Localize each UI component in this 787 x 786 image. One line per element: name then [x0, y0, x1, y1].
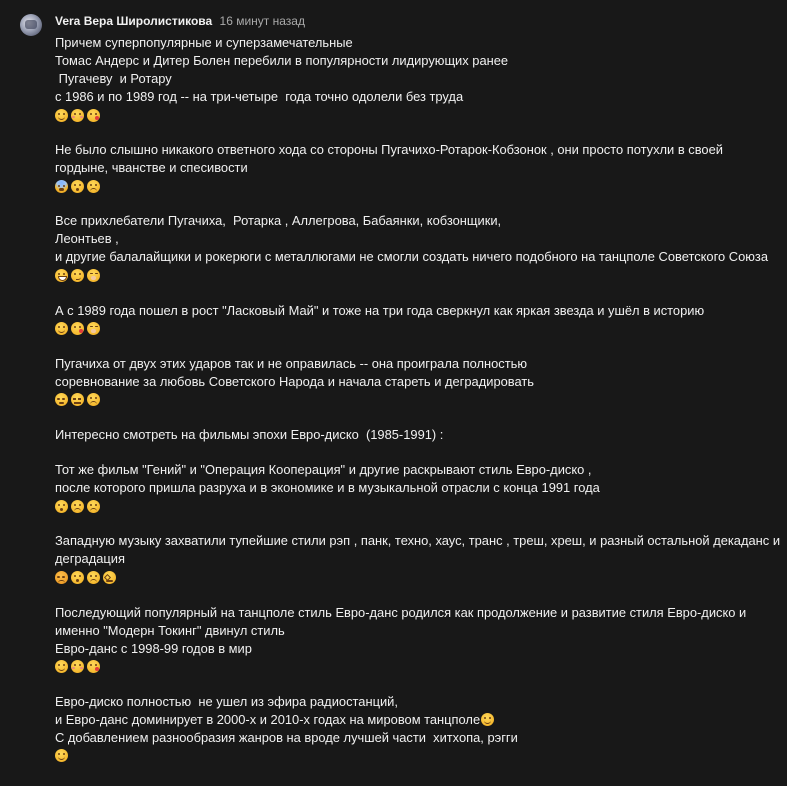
comment-header: Vera Вера Широлистикова 16 минут назад	[55, 12, 305, 30]
sad-emoji-icon	[87, 570, 100, 584]
comment-line: Тот же фильм "Гений" и "Операция Коопера…	[55, 462, 592, 478]
comment-paragraph: Пугачиха от двух этих ударов так и не оп…	[55, 355, 780, 409]
comment-line: Пугачеву и Ротару	[55, 71, 172, 86]
comment-line: Леонтьев ,	[55, 231, 119, 247]
smile-emoji-icon	[55, 749, 68, 763]
comment-paragraph: Не было слышно никакого ответного хода с…	[55, 141, 780, 195]
comment-line: Причем суперпопулярные и суперзамечатель…	[55, 35, 353, 50]
sad-emoji-icon	[87, 499, 100, 513]
comment-line: С добавлением разнообразия жанров на вро…	[55, 729, 518, 745]
wow-emoji-icon	[55, 499, 68, 513]
comment-line: именно "Модерн Токинг" двинул стиль	[55, 622, 285, 638]
comment: Vera Вера Широлистикова 16 минут назад П…	[0, 0, 787, 786]
giggle-emoji-icon	[87, 322, 100, 336]
comment-text: Причем суперпопулярные и суперзамечатель…	[55, 34, 780, 782]
comment-paragraph: А с 1989 года пошел в рост "Ласковый Май…	[55, 302, 780, 338]
emoji-row	[55, 177, 780, 195]
comment-paragraph: Западную музыку захватили тупейшие стили…	[55, 532, 780, 586]
angry-emoji-icon	[55, 570, 68, 584]
comment-line: Евро-диско полностью не ушел из эфира ра…	[55, 693, 398, 709]
comment-line: и Евро-данс доминирует в 2000-х и 2010-х…	[55, 711, 780, 729]
sad-emoji-icon	[87, 393, 100, 407]
emoji-row	[55, 658, 780, 676]
emoji-row	[55, 391, 780, 409]
grin-emoji-icon	[55, 268, 68, 282]
sad-emoji-icon	[71, 499, 84, 513]
unamused-emoji-icon	[55, 393, 68, 407]
emoji-row	[55, 747, 780, 765]
kiss-emoji-icon	[87, 108, 100, 122]
kiss-emoji-icon	[71, 322, 84, 336]
wow-emoji-icon	[71, 179, 84, 193]
emoji-row	[55, 106, 780, 124]
comment-paragraph: Последующий популярный на танцполе стиль…	[55, 604, 780, 676]
comment-line: Интересно смотреть на фильмы эпохи Евро-…	[55, 426, 444, 442]
emoji-row	[55, 320, 780, 338]
emoji-row	[55, 266, 780, 284]
comment-line: соревнование за любовь Советского Народа…	[55, 373, 534, 389]
emoji-row	[55, 497, 780, 515]
comment-line: деградация	[55, 551, 125, 567]
smile-emoji-icon	[55, 660, 68, 673]
comment-paragraph: Тот же фильм "Гений" и "Операция Коопера…	[55, 461, 780, 515]
smile-emoji-icon	[55, 108, 68, 122]
comment-line: Евро-данс с 1998-99 годов в мир	[55, 640, 252, 656]
sad-emoji-icon	[87, 179, 100, 193]
comment-paragraph: Причем суперпопулярные и суперзамечатель…	[55, 34, 780, 124]
expressionless-emoji-icon	[71, 393, 84, 407]
persevere-emoji-icon	[103, 570, 116, 584]
comment-line: Последующий популярный на танцполе стиль…	[55, 604, 747, 620]
giggle-emoji-icon	[87, 268, 100, 282]
comment-line: Не было слышно никакого ответного хода с…	[55, 142, 723, 158]
smile-emoji-icon	[55, 322, 68, 336]
comment-line: гордыне, чванстве и спесивости	[55, 160, 248, 176]
smile-emoji-icon	[481, 712, 495, 726]
avatar[interactable]	[20, 14, 42, 36]
comment-line: с 1986 и по 1989 год -- на три-четыре го…	[55, 89, 464, 104]
comment-line: А с 1989 года пошел в рост "Ласковый Май…	[55, 302, 705, 318]
author-name[interactable]: Vera Вера Широлистикова	[55, 14, 212, 28]
blush-emoji-icon	[71, 108, 84, 122]
comment-line: Все прихлебатели Пугачиха, Ротарка , Алл…	[55, 213, 502, 229]
comment-paragraph: Интересно смотреть на фильмы эпохи Евро-…	[55, 426, 780, 444]
blush-emoji-icon	[71, 660, 84, 673]
comment-timestamp[interactable]: 16 минут назад	[220, 14, 305, 28]
emoji-row	[55, 568, 780, 586]
comment-line: Западную музыку захватили тупейшие стили…	[55, 533, 781, 549]
kiss-emoji-icon	[87, 660, 100, 673]
comment-line: Томас Андерс и Дитер Болен перебили в по…	[55, 53, 509, 68]
smirk-emoji-icon	[71, 268, 84, 282]
comment-line: Пугачиха от двух этих ударов так и не оп…	[55, 355, 528, 371]
comment-line: и другие балалайщики и рокерюги с металл…	[55, 249, 768, 265]
fear-emoji-icon	[55, 179, 68, 193]
comment-line: после которого пришла разруха и в эконом…	[55, 480, 600, 496]
comment-paragraph: Все прихлебатели Пугачиха, Ротарка , Алл…	[55, 212, 780, 284]
wow-emoji-icon	[71, 570, 84, 584]
comment-paragraph: Евро-диско полностью не ушел из эфира ра…	[55, 693, 780, 765]
